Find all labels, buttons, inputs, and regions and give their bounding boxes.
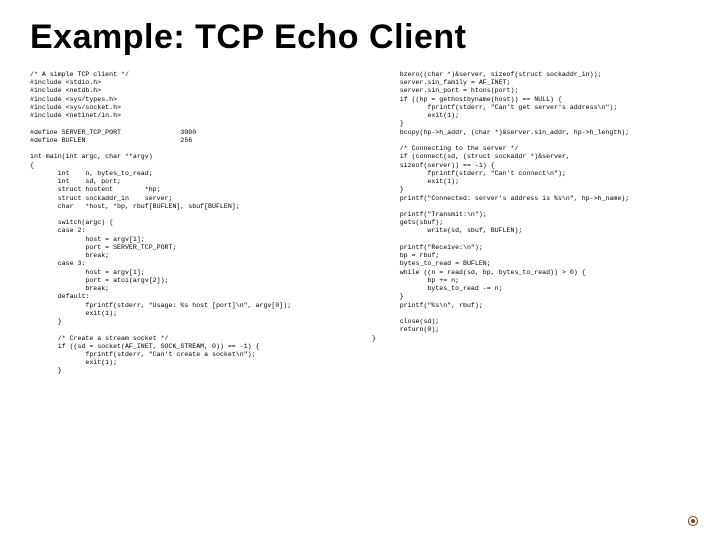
slide-title: Example: TCP Echo Client xyxy=(30,18,690,57)
code-area: /* A simple TCP client */ #include <stdi… xyxy=(30,71,690,376)
slide-bullet-icon xyxy=(688,516,698,526)
code-column-left: /* A simple TCP client */ #include <stdi… xyxy=(30,71,348,376)
slide: Example: TCP Echo Client /* A simple TCP… xyxy=(0,0,720,540)
code-column-right: bzero((char *)&server, sizeof(struct soc… xyxy=(372,71,690,376)
